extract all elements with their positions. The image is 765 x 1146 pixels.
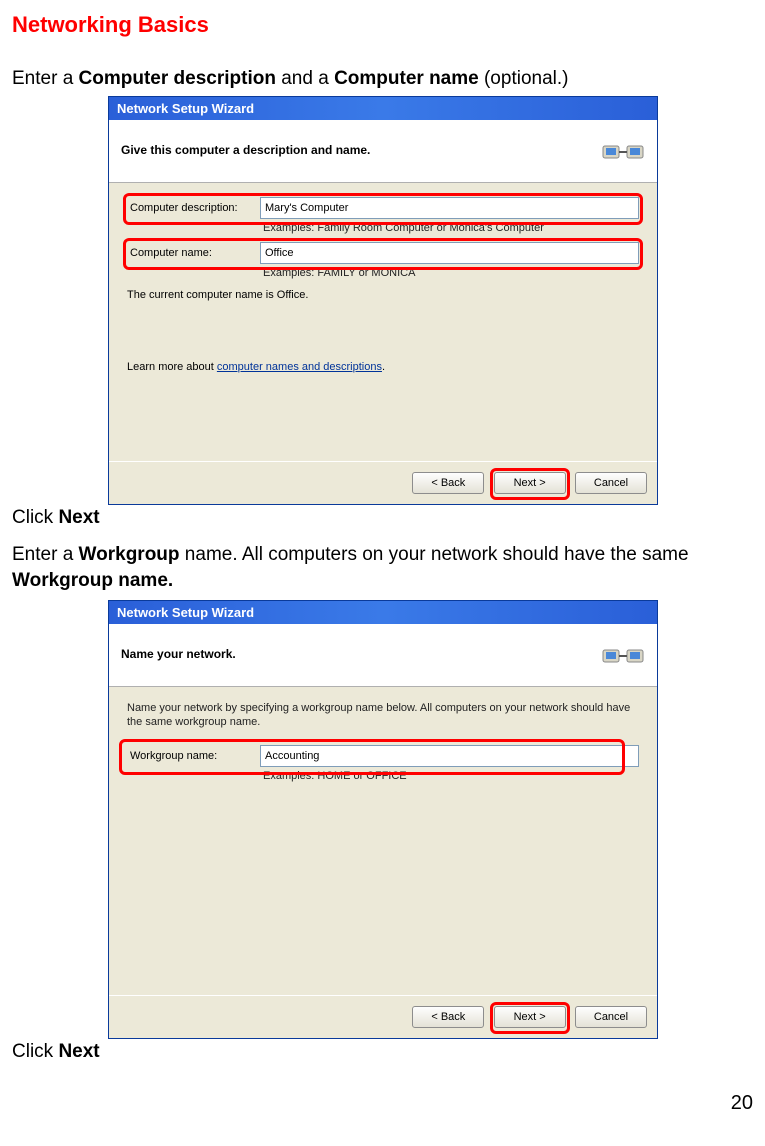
button-bar: < Back Next > Cancel	[109, 461, 657, 504]
dialog-header: Give this computer a description and nam…	[109, 120, 657, 183]
text: Click	[12, 507, 58, 528]
panel-intro: Name your network by specifying a workgr…	[127, 701, 639, 730]
computer-name-label: Computer name:	[127, 247, 260, 259]
dialog-body: Computer description: Examples: Family R…	[109, 183, 657, 461]
step1-instruction: Enter a Computer description and a Compu…	[12, 66, 753, 92]
computer-description-hint: Examples: Family Room Computer or Monica…	[257, 222, 639, 234]
page-number: 20	[12, 1092, 753, 1115]
bold: Computer name	[334, 68, 479, 89]
text: Learn more about	[127, 361, 217, 373]
bold: Workgroup	[79, 544, 180, 565]
page-title: Networking Basics	[12, 12, 753, 38]
back-button[interactable]: < Back	[412, 472, 484, 494]
workgroup-input[interactable]	[260, 745, 639, 767]
dialog-titlebar: Network Setup Wizard	[109, 601, 657, 624]
dialog-header-text: Give this computer a description and nam…	[121, 143, 370, 157]
click-next-2: Click Next	[12, 1039, 753, 1065]
network-icon	[601, 128, 645, 172]
cancel-button[interactable]: Cancel	[575, 1006, 647, 1028]
text: Enter a	[12, 68, 79, 89]
computer-description-input[interactable]	[260, 197, 639, 219]
bold: Next	[58, 1041, 99, 1062]
next-button[interactable]: Next >	[494, 1006, 566, 1028]
text: Click	[12, 1041, 58, 1062]
learn-more: Learn more about computer names and desc…	[127, 361, 639, 373]
dialog-body: Name your network by specifying a workgr…	[109, 687, 657, 995]
button-bar: < Back Next > Cancel	[109, 995, 657, 1038]
cancel-button[interactable]: Cancel	[575, 472, 647, 494]
bold: Next	[58, 507, 99, 528]
dialog-titlebar: Network Setup Wizard	[109, 97, 657, 120]
text: name. All computers on your network shou…	[180, 544, 689, 565]
network-setup-wizard-dialog-2: Network Setup Wizard Name your network. …	[108, 600, 658, 1039]
computer-description-label: Computer description:	[127, 202, 260, 214]
learn-more-link[interactable]: computer names and descriptions	[217, 361, 382, 373]
step2-instruction: Enter a Workgroup name. All computers on…	[12, 542, 753, 593]
text: and a	[276, 68, 334, 89]
dialog-header-text: Name your network.	[121, 647, 236, 661]
computer-name-input[interactable]	[260, 242, 639, 264]
workgroup-hint: Examples: HOME or OFFICE	[257, 770, 639, 782]
network-setup-wizard-dialog-1: Network Setup Wizard Give this computer …	[108, 96, 658, 505]
current-name-line: The current computer name is Office.	[127, 289, 639, 301]
bold: Workgroup name.	[12, 570, 173, 591]
back-button[interactable]: < Back	[412, 1006, 484, 1028]
next-button[interactable]: Next >	[494, 472, 566, 494]
text: (optional.)	[479, 68, 569, 89]
workgroup-label: Workgroup name:	[127, 750, 260, 762]
computer-name-hint: Examples: FAMILY or MONICA	[257, 267, 639, 279]
dialog-header: Name your network.	[109, 624, 657, 687]
click-next-1: Click Next	[12, 505, 753, 531]
network-icon	[601, 632, 645, 676]
text: Enter a	[12, 544, 79, 565]
bold: Computer description	[79, 68, 276, 89]
